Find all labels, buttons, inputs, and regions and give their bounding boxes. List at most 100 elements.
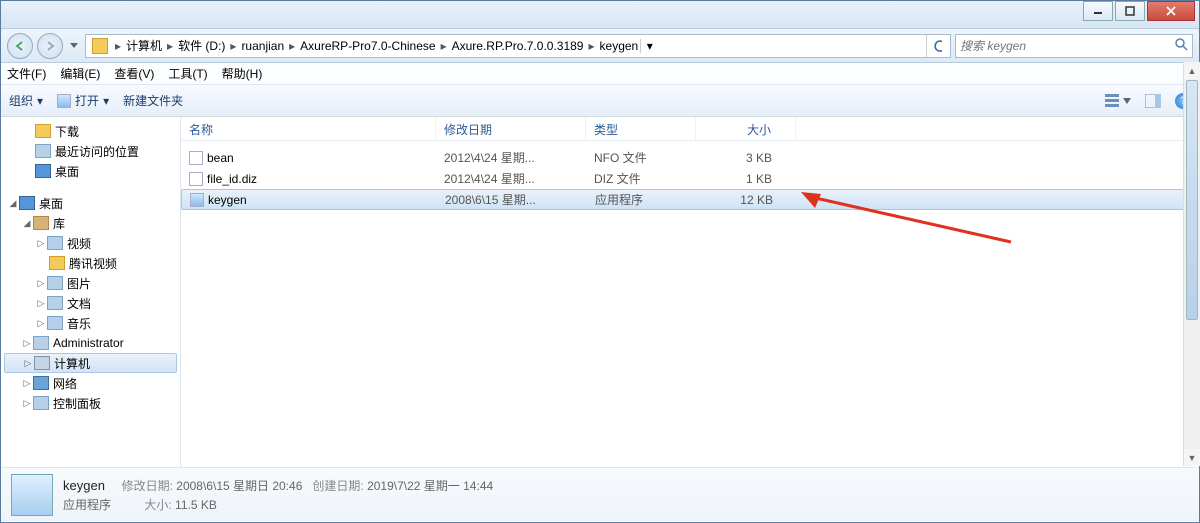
new-folder-button[interactable]: 新建文件夹 [123,92,183,109]
sidebar-item-pictures[interactable]: ▷ 图片 [1,273,180,293]
scroll-up-icon[interactable]: ▲ [1184,62,1200,79]
open-button[interactable]: 打开 ▾ [57,92,109,109]
sidebar-item-recent[interactable]: 最近访问的位置 [1,141,180,161]
history-dropdown[interactable] [67,33,81,59]
breadcrumb-item[interactable]: AxureRP-Pro7.0-Chinese [298,39,437,53]
desktop-icon [19,196,35,210]
app-icon [57,94,71,108]
file-date: 2008\6\15 星期... [437,191,587,208]
search-box[interactable] [955,34,1193,58]
file-name: file_id.diz [207,172,257,186]
search-icon[interactable] [1174,37,1188,54]
scroll-down-icon[interactable]: ▼ [1184,449,1200,466]
sidebar-item-computer[interactable]: ▷计算机 [4,353,177,373]
organize-button[interactable]: 组织 ▾ [9,92,43,109]
file-name: bean [207,151,234,165]
menu-tools[interactable]: 工具(T) [168,65,207,82]
breadcrumb-item[interactable]: 计算机 [124,37,164,54]
sidebar-item-label: 库 [53,215,65,232]
music-icon [47,316,63,330]
column-headers: 名称 修改日期 类型 大小 [181,117,1199,141]
expand-icon[interactable]: ▷ [21,378,33,389]
breadcrumb-item[interactable]: keygen [598,39,641,53]
menu-help[interactable]: 帮助(H) [222,65,263,82]
sidebar-item-network[interactable]: ▷网络 [1,373,180,393]
menu-edit[interactable]: 编辑(E) [60,65,100,82]
library-icon [33,216,49,230]
breadcrumb-item[interactable]: Axure.RP.Pro.7.0.0.3189 [450,39,586,53]
sidebar-item-desktop[interactable]: 桌面 [1,161,180,181]
collapse-icon[interactable]: ◢ [21,218,33,229]
annotation-arrow [801,192,1021,252]
sidebar-item-label: 下载 [55,123,79,140]
column-name[interactable]: 名称 [181,117,436,140]
minimize-button[interactable] [1083,1,1113,21]
search-input[interactable] [960,39,1174,53]
chevron-right-icon: ▸ [227,39,239,53]
breadcrumb-dropdown[interactable]: ▾ [640,39,658,53]
maximize-button[interactable] [1115,1,1145,21]
scrollbar[interactable]: ▲ ▼ [1183,62,1200,466]
collapse-icon[interactable]: ◢ [7,198,19,209]
computer-icon [34,356,50,370]
file-icon [189,151,203,165]
expand-icon[interactable]: ▷ [35,318,47,329]
refresh-button[interactable] [926,35,948,57]
column-type[interactable]: 类型 [586,117,696,140]
sidebar-item-label: 桌面 [39,195,63,212]
column-size[interactable]: 大小 [696,117,796,140]
file-date: 2012\4\24 星期... [436,149,586,166]
file-date: 2012\4\24 星期... [436,170,586,187]
file-row[interactable]: file_id.diz 2012\4\24 星期... DIZ 文件 1 KB [181,168,1199,189]
column-date[interactable]: 修改日期 [436,117,586,140]
file-row-selected[interactable]: keygen 2008\6\15 星期... 应用程序 12 KB [181,189,1199,210]
sidebar-item-libraries[interactable]: ◢库 [1,213,180,233]
file-size: 1 KB [696,172,796,186]
sidebar-item-control[interactable]: ▷控制面板 [1,393,180,413]
chevron-right-icon: ▸ [286,39,298,53]
expand-icon[interactable]: ▷ [35,238,47,249]
preview-pane-button[interactable] [1145,94,1161,108]
details-modified-value: 2008\6\15 星期日 20:46 [176,479,302,493]
expand-icon[interactable]: ▷ [22,358,34,369]
sidebar-item-desktop-root[interactable]: ◢ 桌面 [1,193,180,213]
sidebar-item-admin[interactable]: ▷Administrator [1,333,180,353]
sidebar-item-tencent[interactable]: 腾讯视频 [1,253,180,273]
breadcrumb[interactable]: ▸ 计算机 ▸ 软件 (D:) ▸ ruanjian ▸ AxureRP-Pro… [85,34,951,58]
back-button[interactable] [7,33,33,59]
menu-view[interactable]: 查看(V) [114,65,154,82]
chevron-right-icon: ▸ [164,39,176,53]
sidebar-item-downloads[interactable]: 下载 [1,121,180,141]
expand-icon[interactable]: ▷ [35,278,47,289]
menu-file[interactable]: 文件(F) [7,65,46,82]
view-mode-button[interactable] [1105,93,1131,109]
file-icon [189,172,203,186]
sidebar-item-label: 最近访问的位置 [55,143,139,160]
file-size: 3 KB [696,151,796,165]
documents-icon [47,296,63,310]
sidebar-item-music[interactable]: ▷ 音乐 [1,313,180,333]
expand-icon[interactable]: ▷ [21,338,33,349]
details-created-value: 2019\7\22 星期一 14:44 [367,479,493,493]
forward-button[interactable] [37,33,63,59]
close-button[interactable] [1147,1,1195,21]
folder-icon [92,38,108,54]
file-type: DIZ 文件 [586,170,696,187]
scroll-thumb[interactable] [1186,80,1198,320]
sidebar-item-label: 图片 [67,275,91,292]
desktop-icon [35,164,51,178]
sidebar-item-documents[interactable]: ▷文档 [1,293,180,313]
sidebar-item-label: 视频 [67,235,91,252]
sidebar-item-video[interactable]: ▷ 视频 [1,233,180,253]
expand-icon[interactable]: ▷ [35,298,47,309]
sidebar-item-label: 音乐 [67,315,91,332]
details-title: keygen [63,478,105,493]
file-row[interactable]: bean 2012\4\24 星期... NFO 文件 3 KB [181,147,1199,168]
chevron-down-icon: ▾ [37,94,43,108]
breadcrumb-item[interactable]: ruanjian [239,39,286,53]
file-name: keygen [208,193,247,207]
details-type: 应用程序 [63,498,111,512]
details-pane: keygen 修改日期: 2008\6\15 星期日 20:46 创建日期: 2… [1,467,1199,521]
breadcrumb-item[interactable]: 软件 (D:) [176,37,227,54]
expand-icon[interactable]: ▷ [21,398,33,409]
